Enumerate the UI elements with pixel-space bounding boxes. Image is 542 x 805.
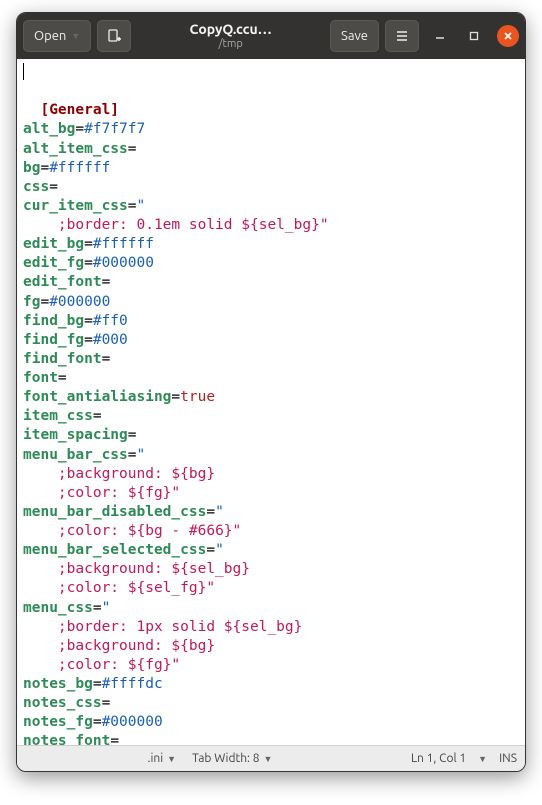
open-label: Open xyxy=(34,29,66,43)
new-document-icon xyxy=(106,28,122,44)
hamburger-menu-button[interactable] xyxy=(385,20,419,52)
save-button[interactable]: Save xyxy=(330,20,379,52)
maximize-button[interactable] xyxy=(463,25,485,47)
position-dropdown[interactable]: ▼ xyxy=(474,746,491,771)
open-button[interactable]: Open ▼ xyxy=(23,20,91,52)
filetype-label: .ini xyxy=(148,752,164,765)
insert-mode[interactable]: INS xyxy=(491,746,525,771)
title-block: CopyQ.ccu… /tmp xyxy=(137,22,324,49)
filetype-selector[interactable]: .ini ▼ xyxy=(140,746,185,771)
chevron-down-icon: ▼ xyxy=(264,754,273,764)
position-label: Ln 1, Col 1 xyxy=(411,752,466,765)
text-cursor xyxy=(23,63,24,80)
document-path: /tmp xyxy=(137,38,324,50)
save-label: Save xyxy=(341,29,368,43)
insert-mode-label: INS xyxy=(499,752,517,765)
new-tab-button[interactable] xyxy=(97,20,131,52)
cursor-position[interactable]: Ln 1, Col 1 xyxy=(403,746,474,771)
close-button[interactable] xyxy=(497,25,519,47)
document-title: CopyQ.ccu… xyxy=(137,22,324,37)
close-icon xyxy=(502,30,514,42)
tabwidth-label: Tab Width: 8 xyxy=(192,752,259,765)
window-controls xyxy=(429,25,519,47)
tabwidth-selector[interactable]: Tab Width: 8 ▼ xyxy=(184,746,280,771)
chevron-down-icon: ▼ xyxy=(71,31,80,41)
titlebar: Open ▼ CopyQ.ccu… /tmp Save xyxy=(17,13,525,59)
maximize-icon xyxy=(468,30,480,42)
hamburger-icon xyxy=(395,29,409,43)
editor-window: Open ▼ CopyQ.ccu… /tmp Save xyxy=(16,12,526,772)
text-editor-area[interactable]: [General] alt_bg=#f7f7f7 alt_item_css= b… xyxy=(17,59,525,745)
chevron-down-icon: ▼ xyxy=(478,754,487,764)
statusbar: .ini ▼ Tab Width: 8 ▼ Ln 1, Col 1 ▼ INS xyxy=(17,745,525,771)
minimize-icon xyxy=(434,30,446,42)
chevron-down-icon: ▼ xyxy=(167,754,176,764)
minimize-button[interactable] xyxy=(429,25,451,47)
